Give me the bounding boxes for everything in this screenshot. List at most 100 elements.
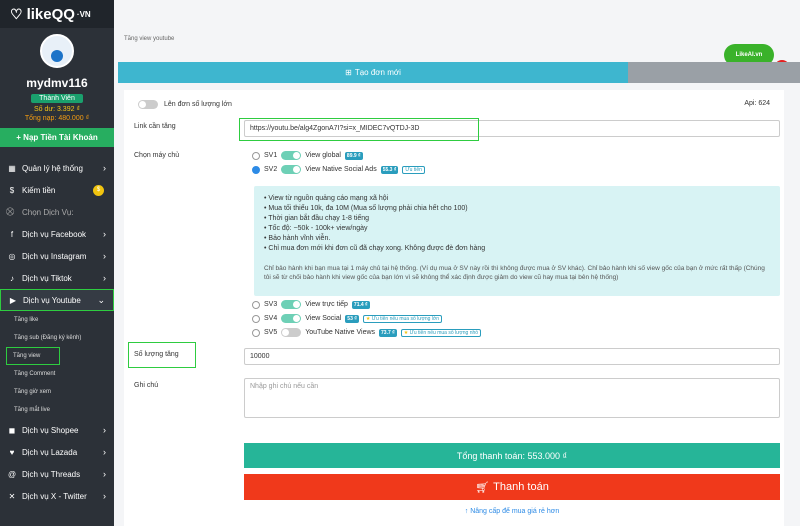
chevron-right-icon: › — [103, 425, 106, 435]
info-line: View từ nguồn quảng cáo mạng xã hội — [264, 194, 770, 204]
sidebar-item-lazada[interactable]: ♥ Dịch vụ Lazada › — [0, 441, 114, 463]
cart-icon: ⛒ — [6, 207, 15, 216]
price-badge: 53 ₫ — [345, 314, 359, 323]
info-line: Thời gian bắt đầu chạy 1-8 tiếng — [264, 214, 770, 224]
bulk-order-label: Lên đơn số lượng lớn — [164, 101, 232, 108]
priority-tag: Ưu tiên nếu mua số lượng nhỏ — [400, 328, 482, 337]
link-label: Link cần tăng — [134, 123, 176, 130]
money-icon: $ — [9, 185, 15, 195]
server-toggle[interactable] — [281, 151, 302, 160]
quantity-highlight — [128, 342, 196, 368]
radio-icon[interactable] — [252, 300, 260, 309]
sidebar-subitem-live[interactable]: Tăng mắt live — [0, 401, 114, 419]
chevron-right-icon: › — [103, 491, 106, 501]
sidebar-subitem-comment[interactable]: Tăng Comment — [0, 365, 114, 383]
price-badge: 71.4 ₫ — [351, 300, 370, 309]
sidebar-item-label: Quản lý hệ thống — [22, 163, 83, 173]
quantity-input[interactable]: 10000 — [244, 348, 780, 365]
chevron-right-icon: › — [103, 469, 106, 479]
sidebar-subitem-view[interactable]: Tăng view — [6, 347, 60, 365]
chevron-right-icon: › — [103, 251, 106, 261]
sidebar-subitem-watchtime[interactable]: Tăng giờ xem — [0, 383, 114, 401]
server-toggle[interactable] — [281, 314, 302, 323]
total-payment: Tổng thanh toán: 553.000 ₫ — [244, 443, 780, 468]
instagram-icon: ◎ — [8, 251, 16, 261]
sidebar-item-tiktok[interactable]: ♪ Dịch vụ Tiktok › — [0, 267, 114, 289]
youtube-icon: ▶ — [9, 295, 17, 305]
user-icon — [51, 50, 63, 62]
x-icon: ✕ — [8, 491, 16, 501]
shopee-icon: ◼ — [8, 425, 16, 435]
radio-icon[interactable] — [252, 165, 260, 174]
chevron-down-icon: ⌄ — [97, 294, 105, 305]
sidebar-item-threads[interactable]: @ Dịch vụ Threads › — [0, 463, 114, 485]
cart-icon: ⊞ — [345, 68, 352, 77]
tiktok-icon: ♪ — [10, 273, 14, 283]
note-input[interactable]: Nhập ghi chú nếu cần — [244, 378, 780, 418]
radio-icon[interactable] — [252, 151, 260, 160]
info-line: Chỉ mua đơn mới khi đơn cũ đã chạy xong.… — [264, 244, 770, 254]
main-content: Tăng view youtube LikeAI.vn ⊞ Tạo đơn mớ… — [114, 0, 800, 526]
price-badge: 89.9 ₫ — [344, 151, 363, 160]
bulk-order-row: Lên đơn số lượng lớn — [138, 100, 232, 109]
server-label: Chọn máy chủ — [134, 152, 180, 159]
sidebar-subitem-sub[interactable]: Tăng sub (Đăng ký kênh) — [0, 329, 114, 347]
heart-icon: ♥ — [9, 447, 15, 457]
chevron-right-icon: › — [103, 273, 106, 283]
coin-icon: $ — [93, 184, 104, 196]
sidebar-item-earn[interactable]: $ Kiếm tiền $ — [0, 179, 114, 201]
server-toggle[interactable] — [281, 300, 302, 309]
sidebar-item-instagram[interactable]: ◎ Dịch vụ Instagram › — [0, 245, 114, 267]
info-line: Mua tối thiểu 10k, đa 10M (Mua số lượng … — [264, 204, 770, 214]
link-highlight — [239, 118, 479, 141]
note-label: Ghi chú — [134, 382, 159, 389]
server-option-sv4[interactable]: SV4 View Social 53 ₫ Ưu tiên nếu mua số … — [252, 314, 442, 323]
info-line: Tốc độ: ~50k - 100k+ view/ngày — [264, 224, 770, 234]
logo-suffix: ·VN — [76, 9, 91, 19]
info-line: Bảo hành vĩnh viễn. — [264, 234, 770, 244]
bulk-order-toggle[interactable] — [138, 100, 158, 109]
balance: Số dư: 3.392 ₫ — [33, 106, 81, 113]
server-option-sv1[interactable]: SV1 View global 89.9 ₫ — [252, 151, 363, 160]
logo-text: likeQQ — [26, 5, 75, 23]
threads-icon: @ — [7, 469, 17, 479]
chevron-right-icon: › — [103, 447, 106, 457]
price-badge: 73.7 ₫ — [379, 328, 397, 337]
priority-tag: Ưu tiên — [402, 165, 425, 174]
api-count: Api: 624 — [744, 100, 770, 107]
order-form: Lên đơn số lượng lớn Api: 624 Link cần t… — [124, 90, 784, 526]
radio-icon[interactable] — [252, 328, 260, 337]
chevron-right-icon: › — [103, 229, 106, 239]
server-option-sv5[interactable]: SV5 YouTube Native Views 73.7 ₫ Ưu tiên … — [252, 328, 482, 337]
cart-icon: 🛒︎ — [475, 481, 490, 494]
sidebar-item-youtube[interactable]: ▶ Dịch vụ Youtube ⌄ — [0, 289, 114, 311]
logo[interactable]: ♡ likeQQ ·VN — [0, 0, 114, 28]
sidebar-item-system[interactable]: ▦ Quản lý hệ thống › — [0, 157, 114, 179]
server-toggle[interactable] — [281, 328, 302, 337]
facebook-icon: f — [10, 229, 14, 239]
chevron-right-icon: › — [103, 163, 106, 173]
tab-create-order[interactable]: ⊞ Tạo đơn mới — [118, 62, 628, 83]
server-info-box: View từ nguồn quảng cáo mạng xã hội Mua … — [254, 186, 780, 296]
upgrade-link[interactable]: ↑ Nâng cấp để mua giá rẻ hơn — [244, 508, 780, 515]
grid-icon: ▦ — [8, 163, 16, 173]
avatar[interactable] — [40, 34, 74, 68]
tab-history[interactable] — [628, 62, 800, 83]
sidebar: ♡ likeQQ ·VN mydmv116 Thành Viên Số dư: … — [0, 0, 114, 526]
section-label: ⛒ Chọn Dịch Vụ: — [6, 207, 74, 217]
server-toggle[interactable] — [281, 165, 302, 174]
radio-icon[interactable] — [252, 314, 260, 323]
server-option-sv3[interactable]: SV3 View trực tiếp 71.4 ₫ — [252, 300, 370, 309]
pay-button[interactable]: 🛒︎ Thanh toán — [244, 474, 780, 500]
sidebar-item-facebook[interactable]: f Dịch vụ Facebook › — [0, 223, 114, 245]
topup-button[interactable]: + Nạp Tiền Tài Khoản — [0, 128, 114, 147]
price-badge: 55.3 ₫ — [380, 165, 399, 174]
sidebar-item-twitter[interactable]: ✕ Dịch vụ X - Twitter › — [0, 485, 114, 507]
breadcrumb: Tăng view youtube — [124, 36, 175, 42]
heart-icon: ♡ — [10, 5, 23, 22]
sidebar-subitem-like[interactable]: Tăng like — [0, 311, 114, 329]
total-topup: Tổng nạp: 480.000 ₫ — [24, 115, 90, 122]
sidebar-item-label: Kiếm tiền — [22, 185, 56, 195]
server-option-sv2[interactable]: SV2 View Native Social Ads 55.3 ₫ Ưu tiê… — [252, 165, 425, 174]
sidebar-item-shopee[interactable]: ◼ Dịch vụ Shopee › — [0, 419, 114, 441]
